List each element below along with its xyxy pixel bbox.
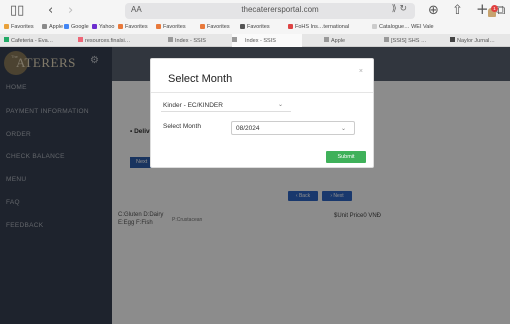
favorite-item[interactable]: Favorites [118, 24, 148, 30]
browser-tab[interactable]: Cafeteria - Eva… [4, 34, 74, 47]
favorites-bar: Favorites Apple Google Yahoo Favorites F… [0, 22, 510, 34]
browser-tab-active[interactable]: Index - SSIS [232, 34, 302, 47]
modal-divider [151, 92, 373, 93]
submit-button[interactable]: Submit [326, 151, 366, 163]
forward-icon[interactable]: › [68, 4, 73, 18]
tab-favicon [4, 37, 9, 42]
select-month-label: Select Month [163, 123, 201, 130]
folder-icon [156, 24, 161, 29]
site-icon [288, 24, 293, 29]
student-select-value: Kinder - EC/KINDER [163, 102, 223, 109]
modal-title: Select Month [168, 73, 233, 85]
new-tab-icon[interactable]: + [476, 2, 489, 17]
notification-count-badge: 1 [491, 5, 498, 12]
browser-toolbar: ▯▯ ‹ › AA thecaterersportal.com ⟫ ↻ ⊕ ⇧ … [0, 0, 510, 22]
month-select-value: 08/2024 [236, 125, 260, 132]
close-icon[interactable]: × [359, 68, 363, 75]
browser-tab[interactable]: [SSIS] SHS … [384, 34, 444, 47]
chevron-down-icon: ⌄ [277, 102, 283, 108]
tab-strip: Cafeteria - Eva… resources.finalsi… Inde… [0, 34, 510, 47]
folder-icon [200, 24, 205, 29]
browser-tab[interactable]: Apple [324, 34, 374, 47]
folder-icon [118, 24, 123, 29]
share-icon[interactable]: ⇧ [452, 4, 463, 18]
favorite-item[interactable]: Favorites [156, 24, 186, 30]
apple-icon [42, 24, 47, 29]
chevron-down-icon: ⌄ [340, 126, 346, 132]
back-icon[interactable]: ‹ [48, 4, 53, 18]
address-bar[interactable]: AA thecaterersportal.com ⟫ ↻ [125, 3, 415, 19]
url-text[interactable]: thecaterersportal.com [185, 5, 375, 14]
favorite-item[interactable]: Yahoo [92, 24, 115, 30]
student-select[interactable]: Kinder - EC/KINDER ⌄ [161, 99, 291, 112]
browser-window: ▯▯ ‹ › AA thecaterersportal.com ⟫ ↻ ⊕ ⇧ … [0, 0, 510, 324]
browser-tab[interactable]: Naylor Jurnal… [450, 34, 510, 47]
browser-tab[interactable]: resources.finalsi… [78, 34, 148, 47]
favorite-item[interactable]: Favorites [4, 24, 34, 30]
select-month-modal: Select Month × Kinder - EC/KINDER ⌄ Sele… [150, 58, 374, 168]
month-select[interactable]: 08/2024 ⌄ [231, 121, 355, 135]
tab-favicon [324, 37, 329, 42]
favorite-star-icon [4, 24, 9, 29]
google-icon [64, 24, 69, 29]
tab-favicon [384, 37, 389, 42]
tab-favicon [450, 37, 455, 42]
favorite-item[interactable]: Google [64, 24, 89, 30]
favorite-item[interactable]: Apple [42, 24, 63, 30]
tab-favicon [168, 37, 173, 42]
folder-icon [240, 24, 245, 29]
tab-close-icon[interactable] [232, 37, 237, 42]
browser-tab[interactable]: Index - SSIS [168, 34, 224, 47]
yahoo-icon [92, 24, 97, 29]
sidebar-icon[interactable]: ▯▯ [10, 4, 24, 18]
favorite-item[interactable]: Favorites [200, 24, 230, 30]
favorite-item[interactable]: FoHS Ins…ternational [288, 24, 349, 30]
favorite-item[interactable]: Catalogue… WEI Vale [372, 24, 434, 30]
submit-button-label: Submit [337, 154, 355, 160]
reader-aa-button[interactable]: AA [131, 5, 142, 14]
tab-favicon [78, 37, 83, 42]
favorite-item[interactable]: Favorites [240, 24, 270, 30]
notification-bell[interactable]: 1 [488, 5, 498, 18]
site-icon [372, 24, 377, 29]
download-icon[interactable]: ⊕ [428, 4, 439, 18]
extensions-reload-icon[interactable]: ⟫ ↻ [392, 4, 407, 14]
